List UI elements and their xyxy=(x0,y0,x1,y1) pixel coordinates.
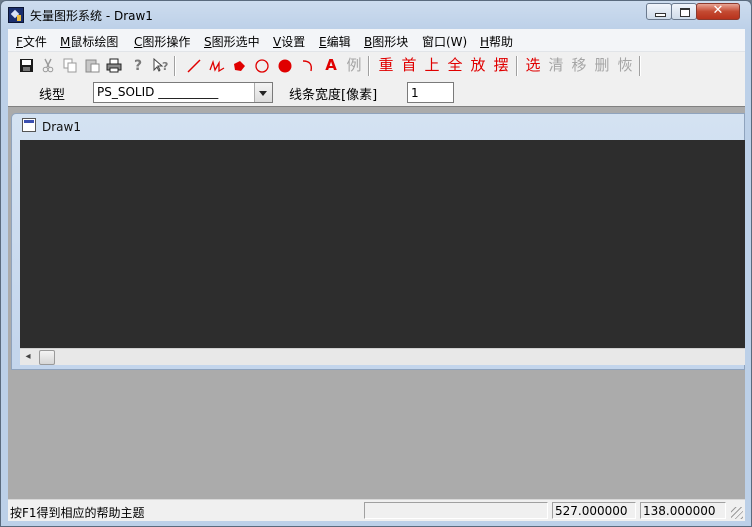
window-title: 矢量图形系统 - Draw1 xyxy=(30,9,153,23)
line-type-select[interactable]: PS_SOLID __________ xyxy=(93,82,273,103)
print-icon[interactable] xyxy=(104,55,124,76)
status-bar: 按F1得到相应的帮助主题 527.000000 138.000000 xyxy=(8,499,745,521)
context-help-icon[interactable]: ? xyxy=(150,55,170,76)
menu-window[interactable]: 窗口(W) xyxy=(422,33,467,50)
status-help-text: 按F1得到相应的帮助主题 xyxy=(10,506,145,520)
document-title: Draw1 xyxy=(42,120,81,134)
line-width-input[interactable]: 1 xyxy=(407,82,454,103)
menu-bar: F文件 M鼠标绘图 C图形操作 S图形选中 V设置 E编辑 B图形块 窗口(W)… xyxy=(8,29,745,52)
save-icon[interactable] xyxy=(16,55,36,76)
toolbar-separator xyxy=(174,56,176,76)
cut-icon[interactable] xyxy=(38,55,58,76)
close-button[interactable]: ✕ xyxy=(696,3,740,20)
mdi-workspace: Draw1 ◂ xyxy=(8,106,745,500)
clear-button[interactable]: 清 xyxy=(546,55,566,76)
svg-text:?: ? xyxy=(162,60,168,73)
line-width-value: 1 xyxy=(411,86,419,100)
menu-help[interactable]: H帮助 xyxy=(480,33,513,50)
minimize-icon xyxy=(655,13,666,17)
line-icon[interactable] xyxy=(184,55,204,76)
toolbar-separator xyxy=(368,56,370,76)
close-icon: ✕ xyxy=(712,3,724,18)
app-icon[interactable] xyxy=(8,7,24,23)
options-bar: 线型 PS_SOLID __________ 线条宽度[像素] 1 xyxy=(8,80,745,104)
resize-grip-icon[interactable] xyxy=(731,507,743,519)
circle-icon[interactable] xyxy=(252,55,272,76)
toolbar-separator xyxy=(639,56,641,76)
redraw-button[interactable]: 重 xyxy=(376,55,396,76)
paste-icon[interactable] xyxy=(82,55,102,76)
zoom-button[interactable]: 放 xyxy=(468,55,488,76)
menu-mouse-draw[interactable]: M鼠标绘图 xyxy=(60,33,118,50)
move-button[interactable]: 移 xyxy=(569,55,589,76)
menu-settings[interactable]: V设置 xyxy=(273,33,305,50)
menu-file[interactable]: F文件 xyxy=(16,33,47,50)
client-area: F文件 M鼠标绘图 C图形操作 S图形选中 V设置 E编辑 B图形块 窗口(W)… xyxy=(8,29,745,521)
status-x-coord: 527.000000 xyxy=(552,502,636,519)
place-button[interactable]: 摆 xyxy=(491,55,511,76)
status-pane-empty xyxy=(364,502,548,519)
title-bar[interactable]: 矢量图形系统 - Draw1 ✕ xyxy=(1,1,751,29)
maximize-button[interactable] xyxy=(671,3,697,20)
arc-icon[interactable] xyxy=(298,55,318,76)
help-icon[interactable]: ? xyxy=(128,55,148,76)
all-button[interactable]: 全 xyxy=(445,55,465,76)
example-button[interactable]: 例 xyxy=(344,55,364,76)
scroll-thumb[interactable] xyxy=(39,350,55,365)
drawing-canvas[interactable] xyxy=(20,140,745,348)
main-window: 矢量图形系统 - Draw1 ✕ F文件 M鼠标绘图 C图形操作 S图形选中 V… xyxy=(0,0,752,527)
toolbar: ? ? A 例 重 首 上 全 放 摆 选 清 移 删 恢 xyxy=(8,53,745,80)
first-button[interactable]: 首 xyxy=(399,55,419,76)
polyline-icon[interactable] xyxy=(207,55,227,76)
delete-button[interactable]: 删 xyxy=(592,55,612,76)
line-width-label: 线条宽度[像素] xyxy=(289,88,378,103)
up-button[interactable]: 上 xyxy=(422,55,442,76)
text-tool-button[interactable]: A xyxy=(321,55,341,76)
restore-button[interactable]: 恢 xyxy=(615,55,635,76)
line-type-label: 线型 xyxy=(39,88,66,103)
menu-edit[interactable]: E编辑 xyxy=(319,33,351,50)
document-icon[interactable] xyxy=(22,118,36,132)
line-type-value: PS_SOLID __________ xyxy=(97,85,219,99)
copy-icon[interactable] xyxy=(60,55,80,76)
filled-circle-icon[interactable] xyxy=(275,55,295,76)
status-y-coord: 138.000000 xyxy=(640,502,726,519)
chevron-down-icon[interactable] xyxy=(254,83,272,102)
scroll-left-icon[interactable]: ◂ xyxy=(20,349,36,365)
minimize-button[interactable] xyxy=(646,3,672,20)
menu-shape-select[interactable]: S图形选中 xyxy=(204,33,260,50)
select-button[interactable]: 选 xyxy=(523,55,543,76)
menu-shape-block[interactable]: B图形块 xyxy=(364,33,408,50)
maximize-icon xyxy=(680,8,690,17)
menu-shape-ops[interactable]: C图形操作 xyxy=(134,33,190,50)
horizontal-scrollbar[interactable]: ◂ xyxy=(20,348,745,365)
filled-polygon-icon[interactable] xyxy=(229,55,249,76)
document-window: Draw1 ◂ xyxy=(11,113,745,370)
toolbar-separator xyxy=(516,56,518,76)
